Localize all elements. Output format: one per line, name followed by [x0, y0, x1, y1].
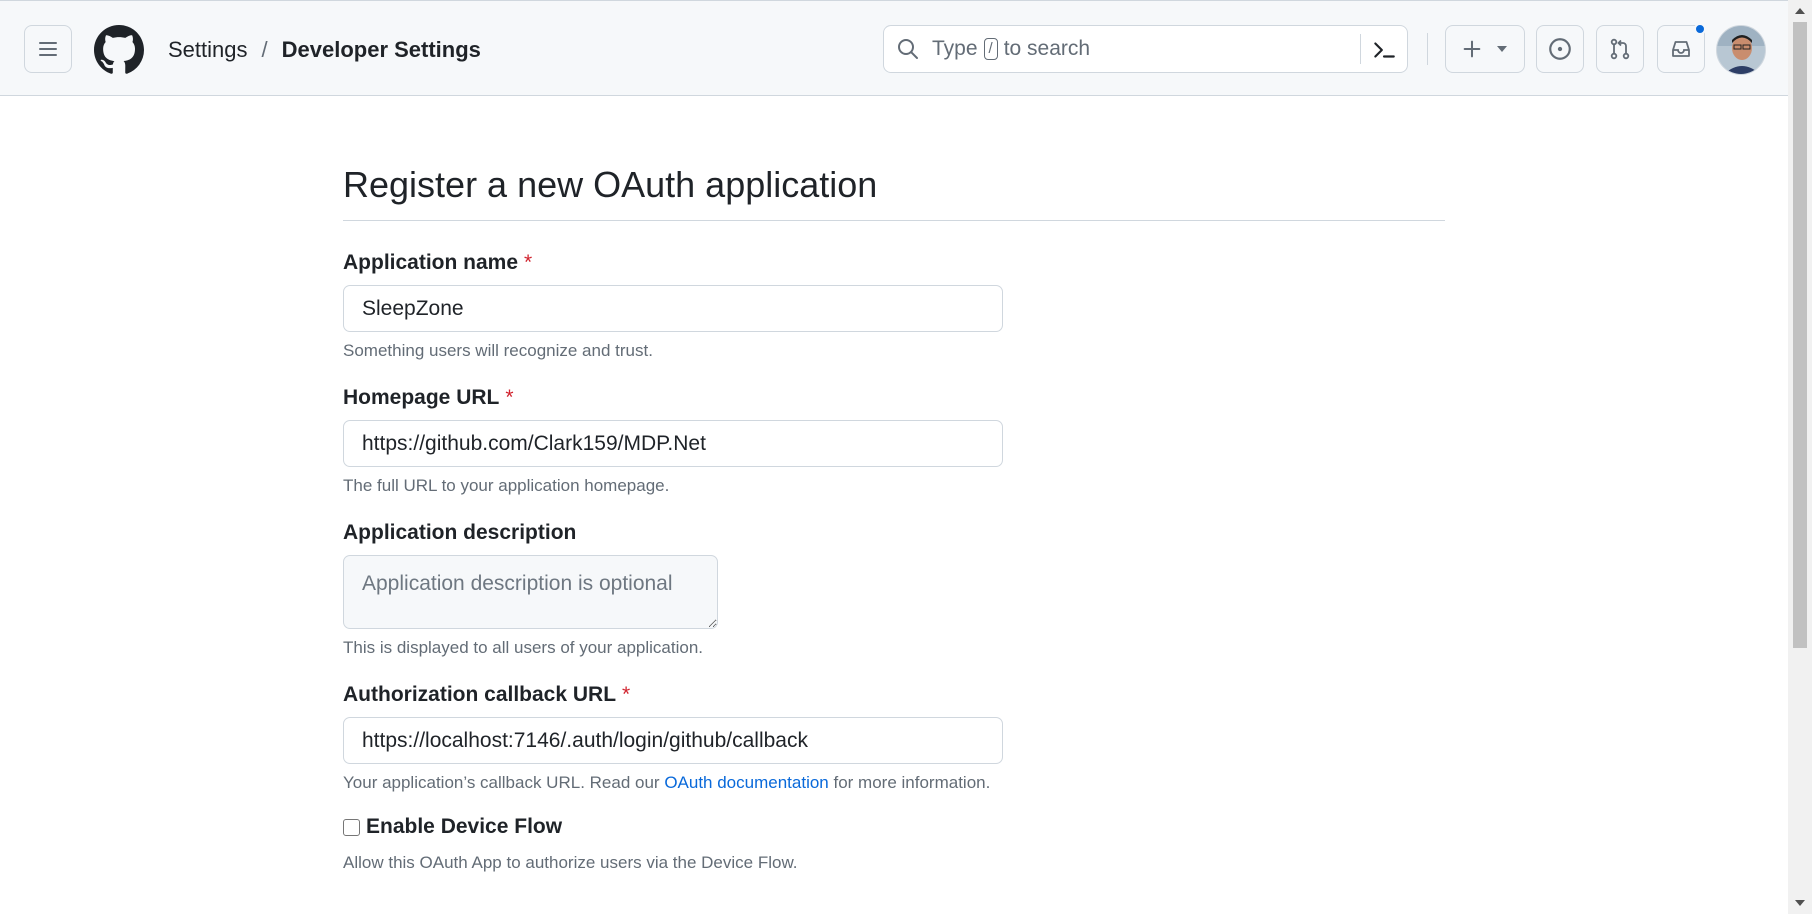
- search-placeholder-prefix: Type: [932, 37, 978, 60]
- main-content: Register a new OAuth application Applica…: [343, 96, 1445, 873]
- device-flow-note: Allow this OAuth App to authorize users …: [343, 853, 798, 872]
- device-flow-row: Enable Device Flow: [343, 815, 1445, 839]
- application-description-textarea[interactable]: [343, 555, 718, 629]
- search-placeholder: Type / to search: [932, 37, 1090, 61]
- search-divider: [1360, 34, 1361, 64]
- breadcrumb-separator: /: [261, 37, 268, 62]
- homepage-url-label-text: Homepage URL: [343, 386, 500, 409]
- issues-button[interactable]: [1536, 25, 1584, 73]
- search-shortcut-key: /: [983, 38, 998, 60]
- callback-note-prefix: Your application’s callback URL. Read ou…: [343, 773, 660, 792]
- command-palette-icon[interactable]: [1371, 37, 1397, 63]
- breadcrumb-developer-settings[interactable]: Developer Settings: [282, 37, 481, 63]
- scrollbar-thumb[interactable]: [1793, 22, 1807, 648]
- inbox-icon: [1672, 41, 1690, 57]
- callback-url-label: Authorization callback URL *: [343, 683, 1445, 707]
- global-header: Settings / Developer Settings Type / to …: [0, 0, 1788, 96]
- triangle-down-icon: [1497, 46, 1507, 52]
- application-name-input[interactable]: [343, 285, 1003, 332]
- issue-icon: [1549, 38, 1571, 60]
- device-flow-label[interactable]: Enable Device Flow: [366, 815, 562, 839]
- page-title: Register a new OAuth application: [343, 164, 1445, 221]
- callback-url-input[interactable]: [343, 717, 1003, 764]
- application-description-label: Application description: [343, 521, 577, 544]
- application-description-note: This is displayed to all users of your a…: [343, 638, 704, 657]
- device-flow-field: Enable Device Flow Allow this OAuth App …: [343, 815, 1445, 873]
- callback-url-note: Your application’s callback URL. Read ou…: [343, 773, 1445, 793]
- device-flow-checkbox[interactable]: [343, 818, 360, 836]
- homepage-url-note: The full URL to your application homepag…: [343, 476, 670, 495]
- notification-indicator: [1694, 23, 1706, 35]
- application-name-label: Application name *: [343, 251, 1445, 275]
- pull-requests-button[interactable]: [1596, 25, 1644, 73]
- search-icon: [898, 39, 918, 59]
- menu-button[interactable]: [24, 25, 72, 73]
- required-indicator: *: [524, 251, 533, 274]
- scroll-down-arrow-icon[interactable]: [1794, 898, 1806, 908]
- breadcrumb: Settings / Developer Settings: [168, 37, 481, 63]
- create-new-button[interactable]: [1445, 25, 1525, 73]
- search-placeholder-suffix: to search: [1003, 37, 1091, 60]
- avatar[interactable]: [1716, 25, 1766, 75]
- callback-url-field: Authorization callback URL* Your applica…: [343, 683, 1445, 793]
- breadcrumb-settings-link[interactable]: Settings: [168, 37, 248, 63]
- application-name-label-text: Application name: [343, 251, 519, 274]
- oauth-documentation-link[interactable]: OAuth documentation: [664, 773, 828, 792]
- search-input[interactable]: Type / to search: [883, 25, 1408, 73]
- github-logo[interactable]: [94, 25, 144, 75]
- homepage-url-input[interactable]: [343, 420, 1003, 467]
- page-scrollbar[interactable]: [1788, 0, 1812, 914]
- callback-url-label-text: Authorization callback URL: [343, 683, 617, 706]
- application-name-note: Something users will recognize and trust…: [343, 341, 653, 360]
- scroll-up-arrow-icon[interactable]: [1794, 6, 1806, 16]
- application-name-field: Application name* Something users will r…: [343, 251, 1445, 361]
- pull-request-icon: [1610, 38, 1630, 60]
- plus-icon: [1463, 40, 1481, 58]
- header-divider: [1427, 33, 1428, 65]
- user-avatar-image: [1717, 26, 1765, 74]
- homepage-url-label: Homepage URL *: [343, 386, 1445, 410]
- required-indicator: *: [622, 683, 631, 706]
- callback-note-suffix: for more information.: [833, 773, 991, 792]
- required-indicator: *: [505, 386, 514, 409]
- application-description-field: Application description This is displaye…: [343, 521, 1445, 658]
- hamburger-icon: [39, 42, 57, 56]
- homepage-url-field: Homepage URL* The full URL to your appli…: [343, 386, 1445, 496]
